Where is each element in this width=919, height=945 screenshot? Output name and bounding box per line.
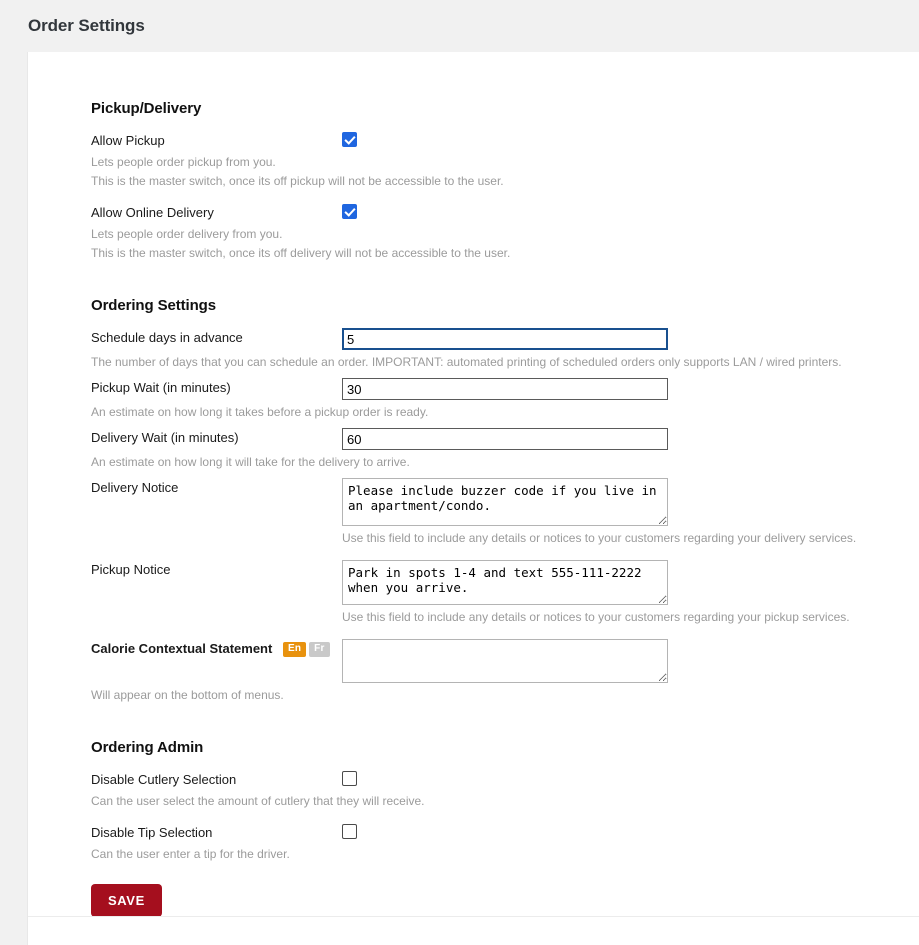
field-schedule-days: Schedule days in advance [91,328,919,350]
disable-cutlery-label: Disable Cutlery Selection [91,772,237,787]
field-pickup-wait: Pickup Wait (in minutes) [91,378,919,400]
disable-tip-checkbox[interactable] [342,824,357,840]
pickup-wait-control [342,378,919,400]
allow-online-delivery-help-2: This is the master switch, once its off … [91,246,511,260]
schedule-days-help: The number of days that you can schedule… [91,355,842,369]
section-title-ordering-settings: Ordering Settings [91,297,216,314]
delivery-wait-input[interactable] [342,428,668,450]
field-delivery-notice: Delivery Notice Please include buzzer co… [91,478,919,526]
allow-pickup-control [342,131,919,148]
pickup-notice-control: Park in spots 1-4 and text 555-111-2222 … [342,560,919,605]
field-allow-online-delivery: Allow Online Delivery [91,203,919,222]
field-disable-cutlery: Disable Cutlery Selection [91,770,919,789]
allow-online-delivery-label: Allow Online Delivery [91,205,214,220]
delivery-notice-help: Use this field to include any details or… [342,531,857,545]
field-allow-pickup: Allow Pickup [91,131,919,150]
delivery-wait-label: Delivery Wait (in minutes) [91,430,239,445]
save-button[interactable]: SAVE [91,884,162,917]
pickup-notice-help: Use this field to include any details or… [342,610,850,624]
schedule-days-control [342,328,919,350]
schedule-days-input[interactable] [342,328,668,350]
allow-online-delivery-control [342,203,919,220]
field-disable-tip: Disable Tip Selection [91,823,919,842]
disable-tip-help: Can the user enter a tip for the driver. [91,847,290,861]
delivery-notice-label: Delivery Notice [91,480,179,495]
disable-tip-control [342,823,919,840]
allow-online-delivery-help-1: Lets people order delivery from you. [91,227,283,241]
allow-pickup-checkbox[interactable] [342,132,357,148]
calorie-statement-help: Will appear on the bottom of menus. [91,688,284,702]
calorie-statement-label-text: Calorie Contextual Statement [91,641,273,656]
calorie-statement-control [342,639,919,683]
calorie-statement-textarea[interactable] [342,639,668,683]
section-title-ordering-admin: Ordering Admin [91,739,204,756]
pickup-notice-label: Pickup Notice [91,562,171,577]
disable-cutlery-control [342,770,919,787]
pickup-notice-textarea[interactable]: Park in spots 1-4 and text 555-111-2222 … [342,560,668,605]
allow-pickup-help-1: Lets people order pickup from you. [91,155,276,169]
bottom-divider [28,916,919,917]
delivery-wait-control [342,428,919,450]
allow-pickup-label: Allow Pickup [91,133,165,148]
page-header: Order Settings [0,0,919,52]
settings-card: Pickup/Delivery Allow Pickup Lets people… [27,52,919,945]
language-badge-en[interactable]: En [282,642,307,658]
schedule-days-label: Schedule days in advance [91,330,243,345]
disable-cutlery-checkbox[interactable] [342,771,357,787]
delivery-wait-help: An estimate on how long it will take for… [91,455,410,469]
field-pickup-notice: Pickup Notice Park in spots 1-4 and text… [91,560,919,605]
page-title: Order Settings [28,16,145,35]
section-title-pickup-delivery: Pickup/Delivery [91,100,202,117]
allow-pickup-help-2: This is the master switch, once its off … [91,174,504,188]
pickup-wait-label: Pickup Wait (in minutes) [91,380,231,395]
allow-online-delivery-checkbox[interactable] [342,204,357,220]
pickup-wait-help: An estimate on how long it takes before … [91,405,429,419]
calorie-statement-label: Calorie Contextual Statement En Fr [91,639,342,658]
delivery-notice-textarea[interactable]: Please include buzzer code if you live i… [342,478,668,526]
pickup-wait-input[interactable] [342,378,668,400]
language-badges: En Fr [282,642,330,658]
delivery-notice-control: Please include buzzer code if you live i… [342,478,919,526]
disable-cutlery-help: Can the user select the amount of cutler… [91,794,425,808]
language-badge-fr[interactable]: Fr [309,642,330,658]
disable-tip-label: Disable Tip Selection [91,825,213,840]
field-delivery-wait: Delivery Wait (in minutes) [91,428,919,450]
order-settings-form: Pickup/Delivery Allow Pickup Lets people… [28,52,919,917]
field-calorie-statement: Calorie Contextual Statement En Fr [91,639,919,683]
